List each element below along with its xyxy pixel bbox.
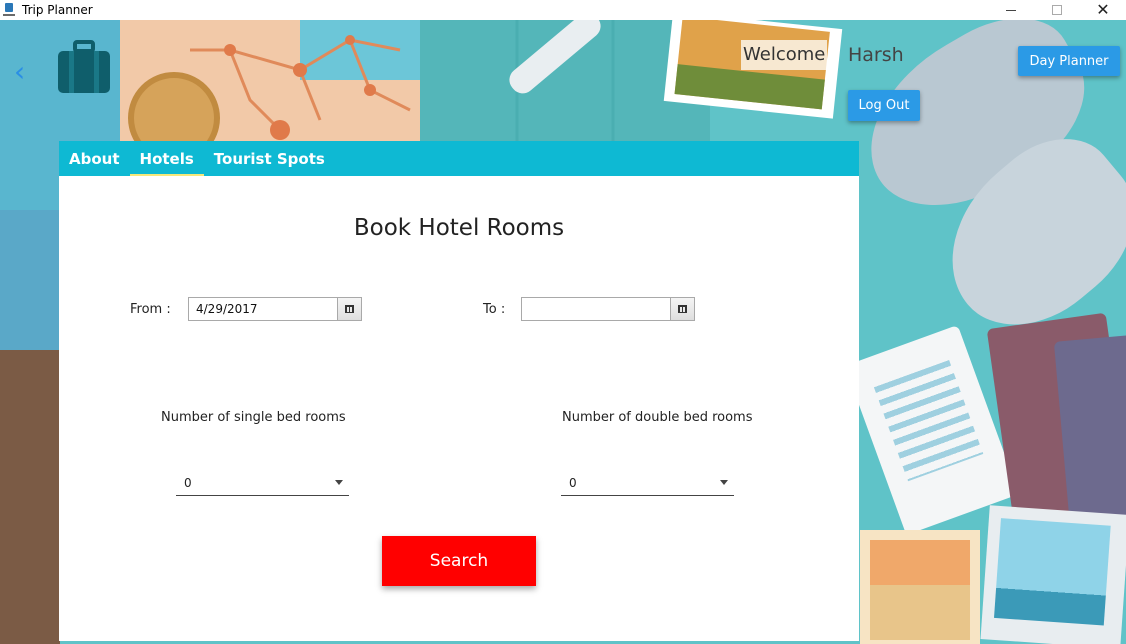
logout-button[interactable]: Log Out xyxy=(848,90,920,121)
from-date-picker xyxy=(188,297,362,321)
postcard-illustration xyxy=(860,530,980,644)
single-rooms-value: 0 xyxy=(184,475,192,490)
double-rooms-label: Number of double bed rooms xyxy=(562,410,753,425)
username-label: Harsh xyxy=(848,44,904,66)
window-controls: ✕ xyxy=(988,0,1126,20)
from-label: From : xyxy=(130,302,171,317)
minimize-icon xyxy=(1006,9,1016,11)
minimize-button[interactable] xyxy=(988,0,1034,20)
back-arrow-icon[interactable]: ‹ xyxy=(14,58,36,88)
double-rooms-select[interactable]: 0 xyxy=(561,470,734,496)
day-planner-button[interactable]: Day Planner xyxy=(1018,46,1120,76)
window-titlebar: Trip Planner ✕ xyxy=(0,0,1126,20)
close-button[interactable]: ✕ xyxy=(1080,0,1126,20)
background-leather xyxy=(0,350,60,644)
tab-tourist-spots[interactable]: Tourist Spots xyxy=(204,141,335,176)
to-date-picker xyxy=(521,297,695,321)
chevron-down-icon xyxy=(720,480,728,485)
suitcase-icon xyxy=(56,40,112,96)
double-rooms-value: 0 xyxy=(569,475,577,490)
search-button[interactable]: Search xyxy=(382,536,536,586)
tab-hotels[interactable]: Hotels xyxy=(129,141,205,176)
background-water-left xyxy=(0,210,60,350)
to-label: To : xyxy=(483,302,506,317)
single-rooms-select[interactable]: 0 xyxy=(176,470,349,496)
calendar-icon xyxy=(678,305,687,313)
close-icon: ✕ xyxy=(1096,2,1110,19)
welcome-label: Welcome xyxy=(741,40,828,70)
calendar-icon xyxy=(345,305,354,313)
to-calendar-button[interactable] xyxy=(670,298,694,320)
main-panel: About Hotels Tourist Spots Book Hotel Ro… xyxy=(59,141,859,641)
maximize-button[interactable] xyxy=(1034,0,1080,20)
app-icon xyxy=(2,2,16,18)
maximize-icon xyxy=(1052,5,1062,15)
page-title: Book Hotel Rooms xyxy=(353,215,565,241)
postcard-illustration-2 xyxy=(980,505,1126,644)
from-date-field[interactable] xyxy=(189,298,337,320)
chevron-down-icon xyxy=(335,480,343,485)
tab-bar: About Hotels Tourist Spots xyxy=(59,141,859,176)
to-date-field[interactable] xyxy=(522,298,670,320)
window-title: Trip Planner xyxy=(22,3,93,17)
tab-about[interactable]: About xyxy=(59,141,130,176)
from-calendar-button[interactable] xyxy=(337,298,361,320)
single-rooms-label: Number of single bed rooms xyxy=(161,410,346,425)
